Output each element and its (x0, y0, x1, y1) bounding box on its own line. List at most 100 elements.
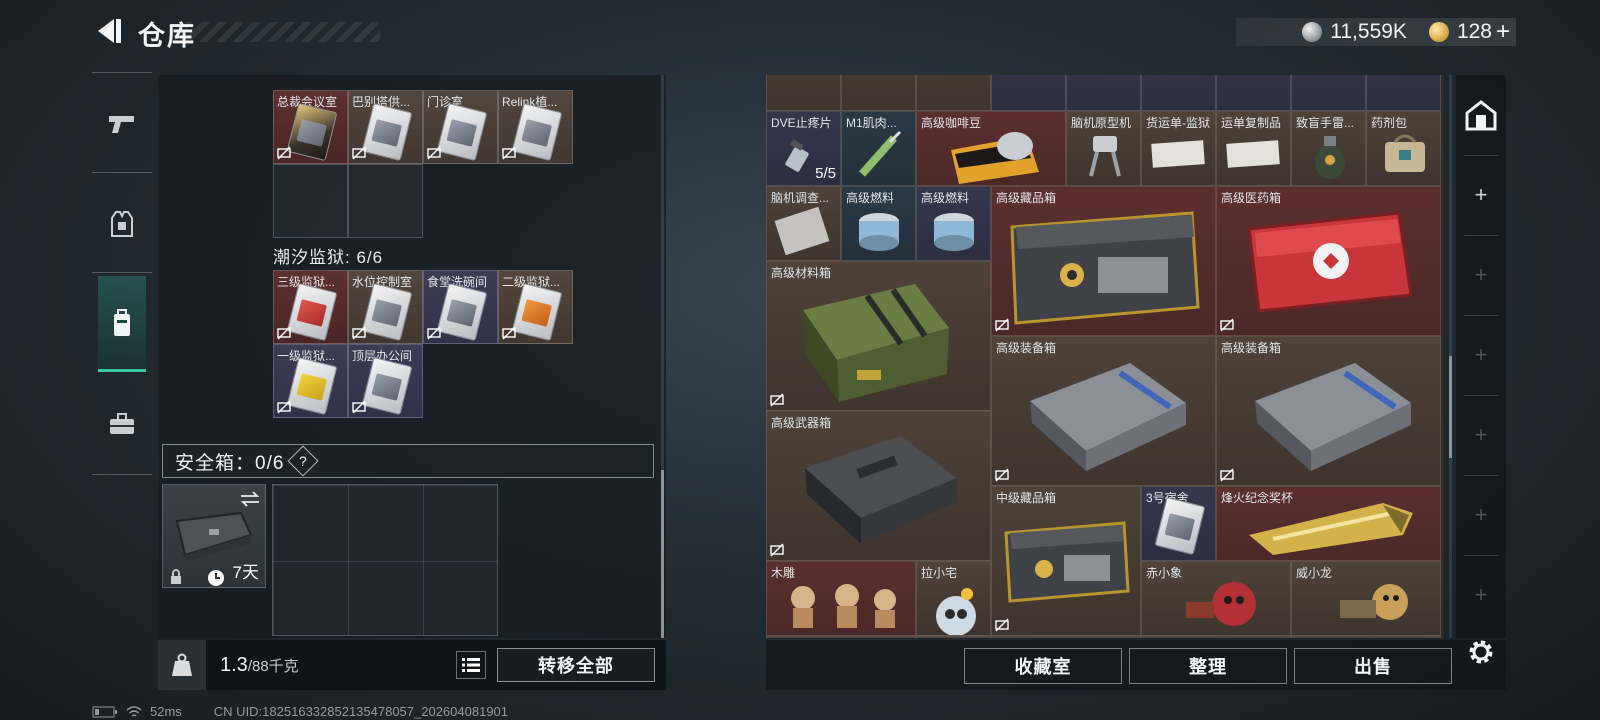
help-button[interactable]: ? (287, 445, 319, 477)
transfer-all-button[interactable]: 转移全部 (497, 648, 655, 682)
stash-item-medbag[interactable]: 药剂包 (1366, 111, 1441, 186)
no-trade-icon (277, 326, 291, 340)
nav-weapons[interactable] (92, 76, 152, 172)
no-trade-icon (1220, 318, 1234, 332)
stash-tab-add[interactable]: + (1456, 475, 1506, 555)
stash-item-dorm[interactable]: 3号宿舍 (1141, 486, 1216, 561)
stash-item-slot[interactable] (1066, 75, 1141, 111)
safe-box-grid[interactable] (272, 484, 498, 636)
stash-item-slot[interactable] (1141, 636, 1291, 638)
key-card-slot[interactable]: Relink植... (498, 90, 573, 164)
item-label: 高级燃料 (846, 191, 895, 205)
keycard-icon (361, 102, 413, 162)
stash-item-slot[interactable] (1291, 636, 1441, 638)
item-label: 脑机原型机 (1071, 116, 1132, 130)
stash-tab-add[interactable]: + (1456, 395, 1506, 475)
stash-item-brainproto[interactable]: 脑机原型机 (1066, 111, 1141, 186)
duration-label: 7天 (232, 563, 259, 582)
medical-case-icon (1247, 211, 1413, 313)
stash-item-trophy[interactable]: 烽火纪念奖杯 (1216, 486, 1441, 561)
swap-icon[interactable] (239, 491, 261, 507)
stash-item-lazhai[interactable]: 拉小宅 (916, 561, 991, 636)
empty-slot[interactable] (348, 164, 423, 238)
document-icon (1151, 140, 1205, 168)
stash-item-slot[interactable] (991, 636, 1141, 638)
stash-item-coffee[interactable]: 高级咖啡豆 (916, 111, 1066, 186)
equipment-nav (92, 72, 152, 476)
collection-room-button[interactable]: 收藏室 (964, 648, 1122, 684)
no-trade-icon (770, 543, 784, 557)
back-button[interactable] (92, 14, 126, 48)
back-arrow-icon (98, 19, 121, 43)
stash-item-slot[interactable] (841, 75, 916, 111)
nav-armor[interactable] (92, 176, 152, 272)
stash-item-slot[interactable] (1141, 75, 1216, 111)
stash-item-slot[interactable] (916, 75, 991, 111)
stash-item-carving[interactable]: 木雕 (766, 561, 916, 636)
key-card-slot[interactable]: 二级监狱... (498, 270, 573, 344)
stash-item-material[interactable]: 高级材料箱 (766, 261, 991, 411)
stash-item-slot[interactable] (1216, 75, 1291, 111)
keycard-icon (361, 282, 413, 342)
stash-item-slot[interactable] (766, 75, 841, 111)
stash-item-m1[interactable]: M1肌肉... (841, 111, 916, 186)
stash-item-manifest[interactable]: 货运单-监狱 (1141, 111, 1216, 186)
key-card-slot[interactable]: 一级监狱... (273, 344, 348, 418)
stash-tab-add[interactable]: + (1456, 235, 1506, 315)
key-card-slot[interactable]: 巴别塔供... (348, 90, 423, 164)
stash-item-collect1[interactable]: 高级藏品箱 (991, 186, 1216, 336)
nav-backpack[interactable] (98, 276, 146, 372)
stash-tab-add[interactable]: + (1456, 315, 1506, 395)
key-card-slot[interactable]: 顶层办公间 (348, 344, 423, 418)
stash-item-equip1[interactable]: 高级装备箱 (991, 336, 1216, 486)
no-trade-icon (770, 393, 784, 407)
stash-tab-safehouse[interactable] (1456, 75, 1506, 155)
no-trade-icon (277, 400, 291, 414)
stash-item-copy[interactable]: 运单复制品 (1216, 111, 1291, 186)
weight-current: 1.3 (220, 653, 248, 676)
wood-carving-icon (791, 584, 896, 628)
key-card-slot[interactable]: 三级监狱... (273, 270, 348, 344)
key-card-slot[interactable]: 门诊室 (423, 90, 498, 164)
item-label: 高级燃料 (921, 191, 970, 205)
stash-item-slot[interactable] (1366, 75, 1441, 111)
stash-item-chixiaoxiang[interactable]: 赤小象 (1141, 561, 1291, 636)
stash-tab-add[interactable]: + (1456, 555, 1506, 635)
left-scroll-thumb[interactable] (661, 470, 664, 638)
silver-currency-value: 11,559K (1330, 20, 1407, 43)
stash-item-fuel2[interactable]: 高级燃料 (916, 186, 991, 261)
stash-item-slot[interactable] (991, 75, 1066, 111)
key-card-slot[interactable]: 总裁会议室 (273, 90, 348, 164)
stash-item-grenade[interactable]: 致盲手雷... (1291, 111, 1366, 186)
stash-item-slot[interactable] (1291, 75, 1366, 111)
stash-item-medbox[interactable]: 高级医药箱 (1216, 186, 1441, 336)
no-trade-icon (502, 326, 516, 340)
keycard-icon (286, 356, 338, 416)
wifi-icon (126, 705, 142, 717)
stash-item-slot[interactable] (916, 636, 991, 638)
nav-case[interactable] (92, 376, 152, 472)
list-view-button[interactable] (456, 651, 486, 679)
stash-item-weapon[interactable]: 高级武器箱 (766, 411, 991, 561)
syringe-icon (859, 130, 902, 177)
stash-item-equip2[interactable]: 高级装备箱 (1216, 336, 1441, 486)
stash-item-slot[interactable] (766, 636, 916, 638)
stash-scroll-thumb[interactable] (1449, 356, 1452, 458)
safe-box-slot[interactable]: 7天 (162, 484, 266, 588)
organize-button[interactable]: 整理 (1129, 648, 1287, 684)
stash-item-weixiaolong[interactable]: 威小龙 (1291, 561, 1441, 636)
sell-button[interactable]: 出售 (1294, 648, 1452, 684)
stash-tab-add[interactable]: + (1456, 155, 1506, 235)
stash-item-brainsurvey[interactable]: 脑机调查... (766, 186, 841, 261)
settings-button[interactable] (1465, 636, 1497, 668)
stash-grid: DVE止疼片 5/5 M1肌肉... 高级咖啡豆 脑机原型机 货运单-监狱 运单… (766, 75, 1444, 638)
stash-tab-bar: + + + + + + (1456, 75, 1506, 638)
grenade-icon (1315, 136, 1345, 179)
add-currency-button[interactable]: + (1496, 18, 1510, 46)
key-card-slot[interactable]: 食堂洗碗间 (423, 270, 498, 344)
key-card-slot[interactable]: 水位控制室 (348, 270, 423, 344)
empty-slot[interactable] (273, 164, 348, 238)
stash-item-fuel1[interactable]: 高级燃料 (841, 186, 916, 261)
stash-item-dve[interactable]: DVE止疼片 5/5 (766, 111, 841, 186)
stash-item-collect2[interactable]: 中级藏品箱 (991, 486, 1141, 636)
